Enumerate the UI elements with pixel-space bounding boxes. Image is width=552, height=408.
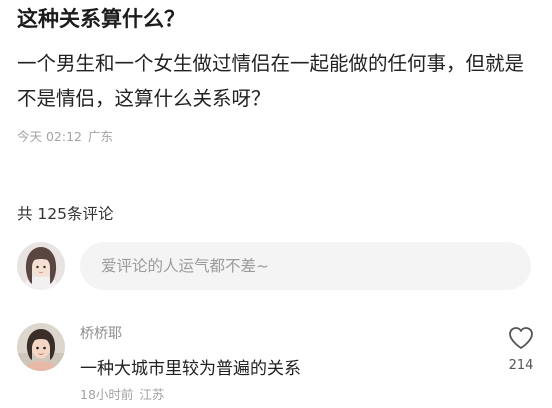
comment-location: 江苏 bbox=[139, 387, 165, 402]
commenter-avatar[interactable] bbox=[17, 323, 65, 371]
user-avatar-icon bbox=[17, 242, 65, 290]
post-meta: 今天 02:12 广东 bbox=[17, 128, 113, 146]
comment-text: 一种大城市里较为普遍的关系 bbox=[80, 359, 301, 379]
comment-input[interactable]: 爱评论的人运气都不差~ bbox=[80, 242, 531, 290]
like-button[interactable]: 214 bbox=[501, 324, 541, 380]
like-count: 214 bbox=[508, 358, 534, 373]
post-body: 一个男生和一个女生做过情侣在一起能做的任何事，但就是不是情侣，这算什么关系呀？ bbox=[17, 52, 525, 110]
comment-count: 共 125条评论 bbox=[17, 205, 114, 223]
post-title: 这种关系算什么？ bbox=[17, 7, 185, 31]
post-detail-page: 这种关系算什么？ 一个男生和一个女生做过情侣在一起能做的任何事，但就是不是情侣，… bbox=[0, 0, 552, 408]
comment-meta: 18小时前 江苏 bbox=[80, 385, 164, 405]
heart-outline-icon bbox=[509, 327, 533, 349]
comment-time: 18小时前 bbox=[80, 387, 134, 402]
commenter-name[interactable]: 桥桥耶 bbox=[80, 323, 122, 345]
commenter-avatar-icon bbox=[17, 323, 65, 371]
post-location: 广东 bbox=[88, 129, 114, 144]
post-time: 今天 02:12 bbox=[17, 129, 82, 144]
my-avatar[interactable] bbox=[17, 242, 65, 290]
